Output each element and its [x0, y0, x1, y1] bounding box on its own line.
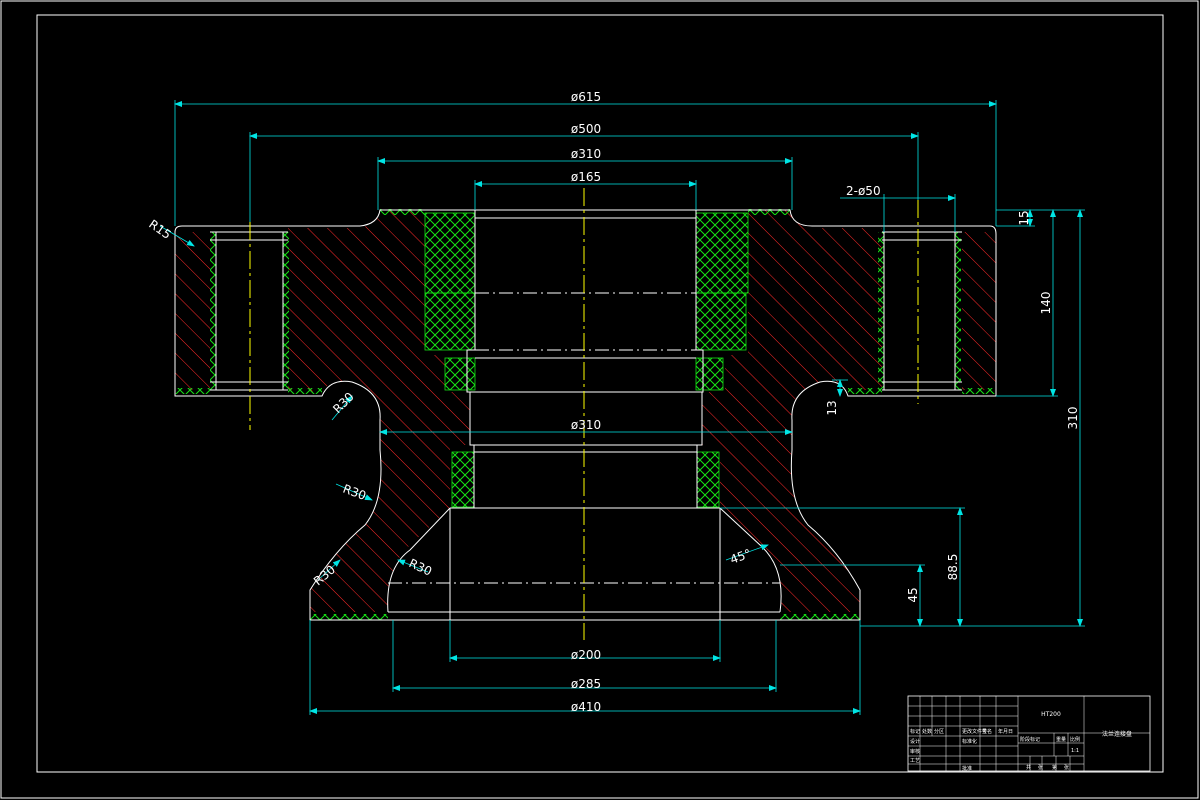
dim-d500: ø500 [571, 122, 601, 136]
dim-d310-mid: ø310 [571, 418, 601, 432]
title-row-review: 审核 [910, 748, 920, 755]
title-part-name: 法兰连接盘 [1102, 730, 1132, 738]
title-sheet-1: 共 [1026, 764, 1031, 771]
dim-r15: R15 [146, 217, 173, 242]
title-sheet-3: 第 [1052, 764, 1057, 771]
dim-h45: 45 [906, 587, 920, 602]
dim-d410: ø410 [571, 700, 601, 714]
title-col-count: 处数 [922, 728, 932, 735]
title-row-process: 工艺 [910, 758, 920, 764]
dim-h88-5: 88.5 [946, 554, 960, 581]
title-sheet-4: 张 [1064, 764, 1069, 771]
dim-h140: 140 [1039, 292, 1053, 315]
title-scale: 比例 [1070, 736, 1080, 743]
dim-holes: 2-ø50 [846, 184, 881, 198]
title-stage: 阶段标记 [1020, 736, 1040, 743]
dimension-lines [159, 100, 1085, 715]
title-material: HT200 [1041, 711, 1061, 718]
dim-r30-d: R30 [407, 556, 434, 579]
dim-h13: 13 [825, 400, 839, 415]
title-weight: 重量 [1056, 736, 1066, 743]
title-block: HT200 法兰连接盘 标记 设计 审核 工艺 处数 分区 更改文件号 签名 年… [907, 695, 1151, 772]
dim-d200: ø200 [571, 648, 601, 662]
title-row-design: 设计 [910, 738, 920, 745]
dim-d310-top: ø310 [571, 147, 601, 161]
title-row-mark: 标记 [910, 728, 920, 735]
dim-r30-a: R30 [330, 390, 357, 417]
title-col-date: 年月日 [998, 728, 1013, 735]
title-scale-value: 1:1 [1071, 748, 1079, 754]
title-standard: 标准化 [962, 738, 977, 745]
title-sheet-2: 张 [1038, 764, 1043, 771]
dim-h310: 310 [1066, 407, 1080, 430]
title-col-sign: 签名 [982, 728, 992, 735]
dim-r30-b: R30 [341, 482, 368, 503]
title-col-zone: 分区 [934, 728, 944, 735]
dim-d165: ø165 [571, 170, 601, 184]
dim-angle45: 45° [728, 546, 753, 566]
cad-drawing: ø615 ø500 ø310 ø165 2-ø50 R15 R30 R30 R3… [0, 0, 1199, 799]
dim-d285: ø285 [571, 677, 601, 691]
dim-d615: ø615 [571, 90, 601, 104]
dim-h15: 15 [1017, 210, 1031, 225]
section-hatch [175, 210, 996, 612]
title-approve: 批准 [962, 765, 972, 772]
